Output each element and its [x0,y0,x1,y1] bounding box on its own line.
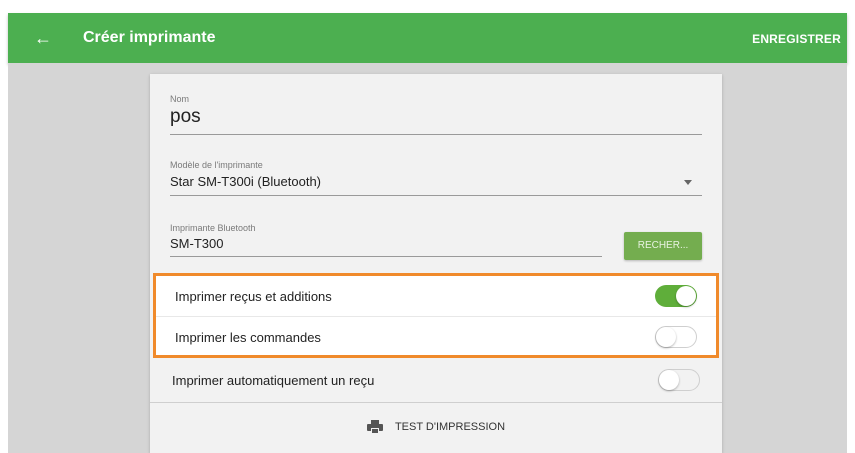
search-printer-button[interactable]: RECHER... [624,232,702,260]
toggle-knob [676,286,696,306]
name-field-label: Nom [170,94,190,104]
back-arrow-icon[interactable]: ← [32,27,54,49]
dropdown-caret-icon[interactable] [684,180,692,185]
orders-toggle[interactable] [655,326,697,348]
page-title: Créer imprimante [83,29,216,46]
printer-model-underline [170,195,702,196]
name-field-value[interactable]: pos [170,106,201,128]
printer-model-label: Modèle de l'imprimante [170,160,263,170]
app-bar: ← Créer imprimante ENREGISTRER [8,13,847,63]
highlight-box: Imprimer reçus et additions Imprimer les… [153,273,719,358]
auto-receipt-toggle[interactable] [658,369,700,391]
toggle-knob [656,327,676,347]
test-print-button[interactable]: TEST D'IMPRESSION [150,403,722,451]
name-field[interactable]: Nom pos [170,94,702,136]
toggle-row-orders[interactable]: Imprimer les commandes [156,317,716,357]
bluetooth-printer-underline [170,256,602,257]
bluetooth-printer-label: Imprimante Bluetooth [170,223,256,233]
toggle-row-receipts[interactable]: Imprimer reçus et additions [156,276,716,316]
bluetooth-printer-field[interactable]: Imprimante Bluetooth SM-T300 [170,223,602,263]
toggle-knob [659,370,679,390]
printer-form-card: Nom pos Modèle de l'imprimante Star SM-T… [150,74,722,453]
toggle-label: Imprimer reçus et additions [175,288,332,304]
test-print-label: TEST D'IMPRESSION [394,421,506,433]
toggle-label: Imprimer les commandes [175,329,321,345]
receipts-toggle[interactable] [655,285,697,307]
printer-model-select[interactable]: Modèle de l'imprimante Star SM-T300i (Bl… [170,160,702,200]
toggle-row-auto-receipt[interactable]: Imprimer automatiquement un reçu [150,359,722,401]
save-button[interactable]: ENREGISTRER [752,32,841,46]
toggle-label: Imprimer automatiquement un reçu [172,372,375,388]
bluetooth-printer-value[interactable]: SM-T300 [170,236,223,251]
printer-model-value[interactable]: Star SM-T300i (Bluetooth) [170,174,321,189]
printer-icon [366,420,383,434]
name-field-underline [170,134,702,135]
